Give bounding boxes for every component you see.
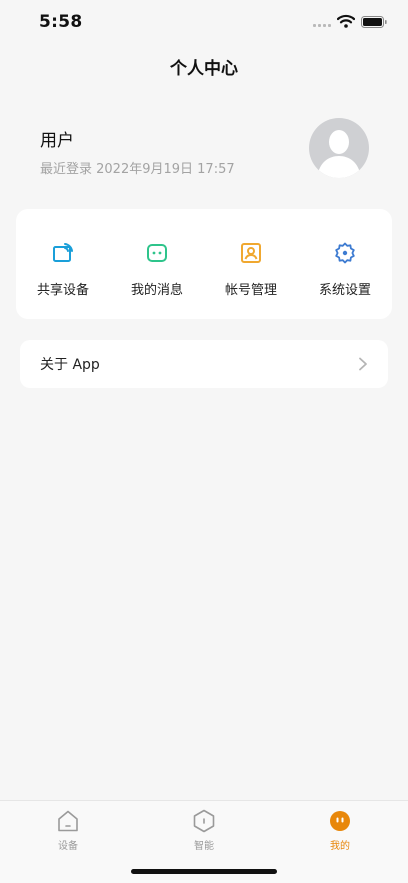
my-messages-button[interactable]: 我的消息 xyxy=(110,209,204,319)
profile-name: 用户 xyxy=(40,131,74,151)
quick-actions-card: 共享设备 我的消息 帐号管理 系统设置 xyxy=(16,209,392,319)
system-settings-label: 系统设置 xyxy=(318,283,371,298)
tab-smart-label: 智能 xyxy=(194,841,214,852)
me-face-icon xyxy=(330,811,350,831)
home-icon xyxy=(58,810,78,832)
share-device-label: 共享设备 xyxy=(36,283,89,298)
default-user-avatar-icon xyxy=(317,130,361,178)
status-bar: 5:58 xyxy=(0,0,408,44)
status-time: 5:58 xyxy=(39,12,83,32)
tab-smart[interactable]: 智能 xyxy=(164,809,244,852)
account-management-button[interactable]: 帐号管理 xyxy=(204,209,298,319)
battery-icon xyxy=(361,16,387,28)
system-settings-button[interactable]: 系统设置 xyxy=(298,209,392,319)
my-messages-label: 我的消息 xyxy=(130,283,183,298)
wifi-icon xyxy=(337,14,355,28)
hexagon-icon xyxy=(193,809,215,833)
tab-devices-label: 设备 xyxy=(58,841,78,852)
tab-me[interactable]: 我的 xyxy=(300,809,380,852)
account-management-label: 帐号管理 xyxy=(224,283,277,298)
share-device-icon xyxy=(53,243,73,262)
account-card-icon xyxy=(241,243,261,263)
home-indicator[interactable] xyxy=(131,869,277,874)
about-app-label: 关于 App xyxy=(40,357,100,373)
settings-gear-icon xyxy=(335,242,355,264)
avatar[interactable] xyxy=(309,118,369,178)
about-app-row[interactable]: 关于 App xyxy=(20,340,388,388)
tab-me-label: 我的 xyxy=(330,841,350,852)
page-title: 个人中心 xyxy=(170,59,238,79)
share-device-button[interactable]: 共享设备 xyxy=(16,209,110,319)
last-login-text: 最近登录 2022年9月19日 17:57 xyxy=(40,162,235,177)
message-icon xyxy=(147,244,167,262)
tab-devices[interactable]: 设备 xyxy=(28,809,108,852)
signal-icon xyxy=(313,24,331,27)
chevron-right-icon xyxy=(359,357,367,371)
screen: 5:58 个人中心 用户 最近登录 2022年9月19日 17:57 共享设备 … xyxy=(0,0,408,883)
